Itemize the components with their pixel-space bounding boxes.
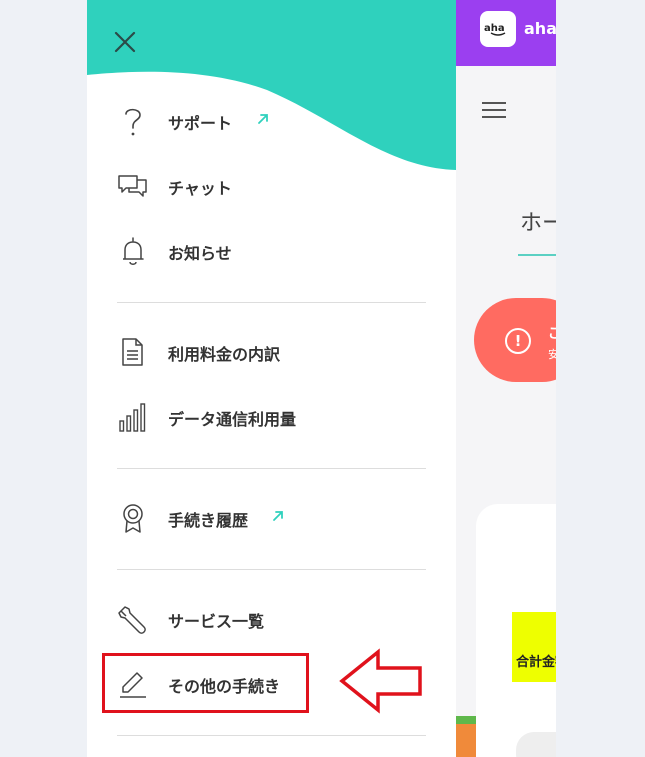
menu-item-label: 手続き履歴 [168,511,249,530]
app-brand-name: aha [524,19,556,38]
decorative-block [516,732,556,757]
menu-item-notifications[interactable]: お知らせ [117,230,437,274]
bell-icon [117,235,149,267]
menu-divider [117,468,426,469]
menu-item-label: サービス一覧 [168,612,265,631]
aha-logo: aha [480,11,516,47]
award-icon [117,502,149,534]
menu-divider [117,302,426,303]
hamburger-menu-icon[interactable] [482,100,506,120]
menu-divider [117,735,426,736]
menu-item-label: サポート [168,114,233,133]
menu-item-service-list[interactable]: サービス一覧 [117,598,437,642]
decorative-block [456,724,476,757]
bar-chart-icon [117,401,149,433]
alert-title: ご [548,326,556,342]
side-menu: サポート チャット お知らせ 利用料金の内訳 データ通信利用量 手続き履歴 サー… [87,0,456,757]
app-header: aha aha [456,0,556,66]
question-icon [117,105,149,137]
highlight-annotation-box [102,653,309,713]
alert-subtitle: 安 [548,348,556,361]
close-icon[interactable] [111,28,139,56]
menu-item-label: チャット [168,179,232,198]
document-icon [117,336,149,368]
tab-underline [518,254,556,256]
external-link-icon [270,508,286,524]
alert-banner[interactable]: ! [474,298,556,382]
total-highlight [512,612,556,682]
menu-item-data-usage[interactable]: データ通信利用量 [117,396,437,440]
menu-header-wave [87,0,456,170]
app-background: aha aha ホーム ! ご 安 合計金額 [456,0,556,757]
total-amount-label: 合計金額 [516,655,556,670]
wrench-icon [117,603,149,635]
external-link-icon [255,111,271,127]
exclamation-icon: ! [505,328,531,354]
menu-item-label: お知らせ [168,244,232,263]
menu-item-billing-breakdown[interactable]: 利用料金の内訳 [117,331,437,375]
left-arrow-annotation-icon [339,648,422,714]
page-title: ホーム [520,211,556,236]
menu-item-procedure-history[interactable]: 手続き履歴 [117,497,437,541]
chat-icon [117,170,149,202]
menu-item-chat[interactable]: チャット [117,165,437,209]
menu-item-label: 利用料金の内訳 [168,345,281,364]
menu-item-label: データ通信利用量 [168,410,297,429]
menu-divider [117,569,426,570]
menu-item-support[interactable]: サポート [117,100,437,144]
svg-text:aha: aha [484,23,505,34]
